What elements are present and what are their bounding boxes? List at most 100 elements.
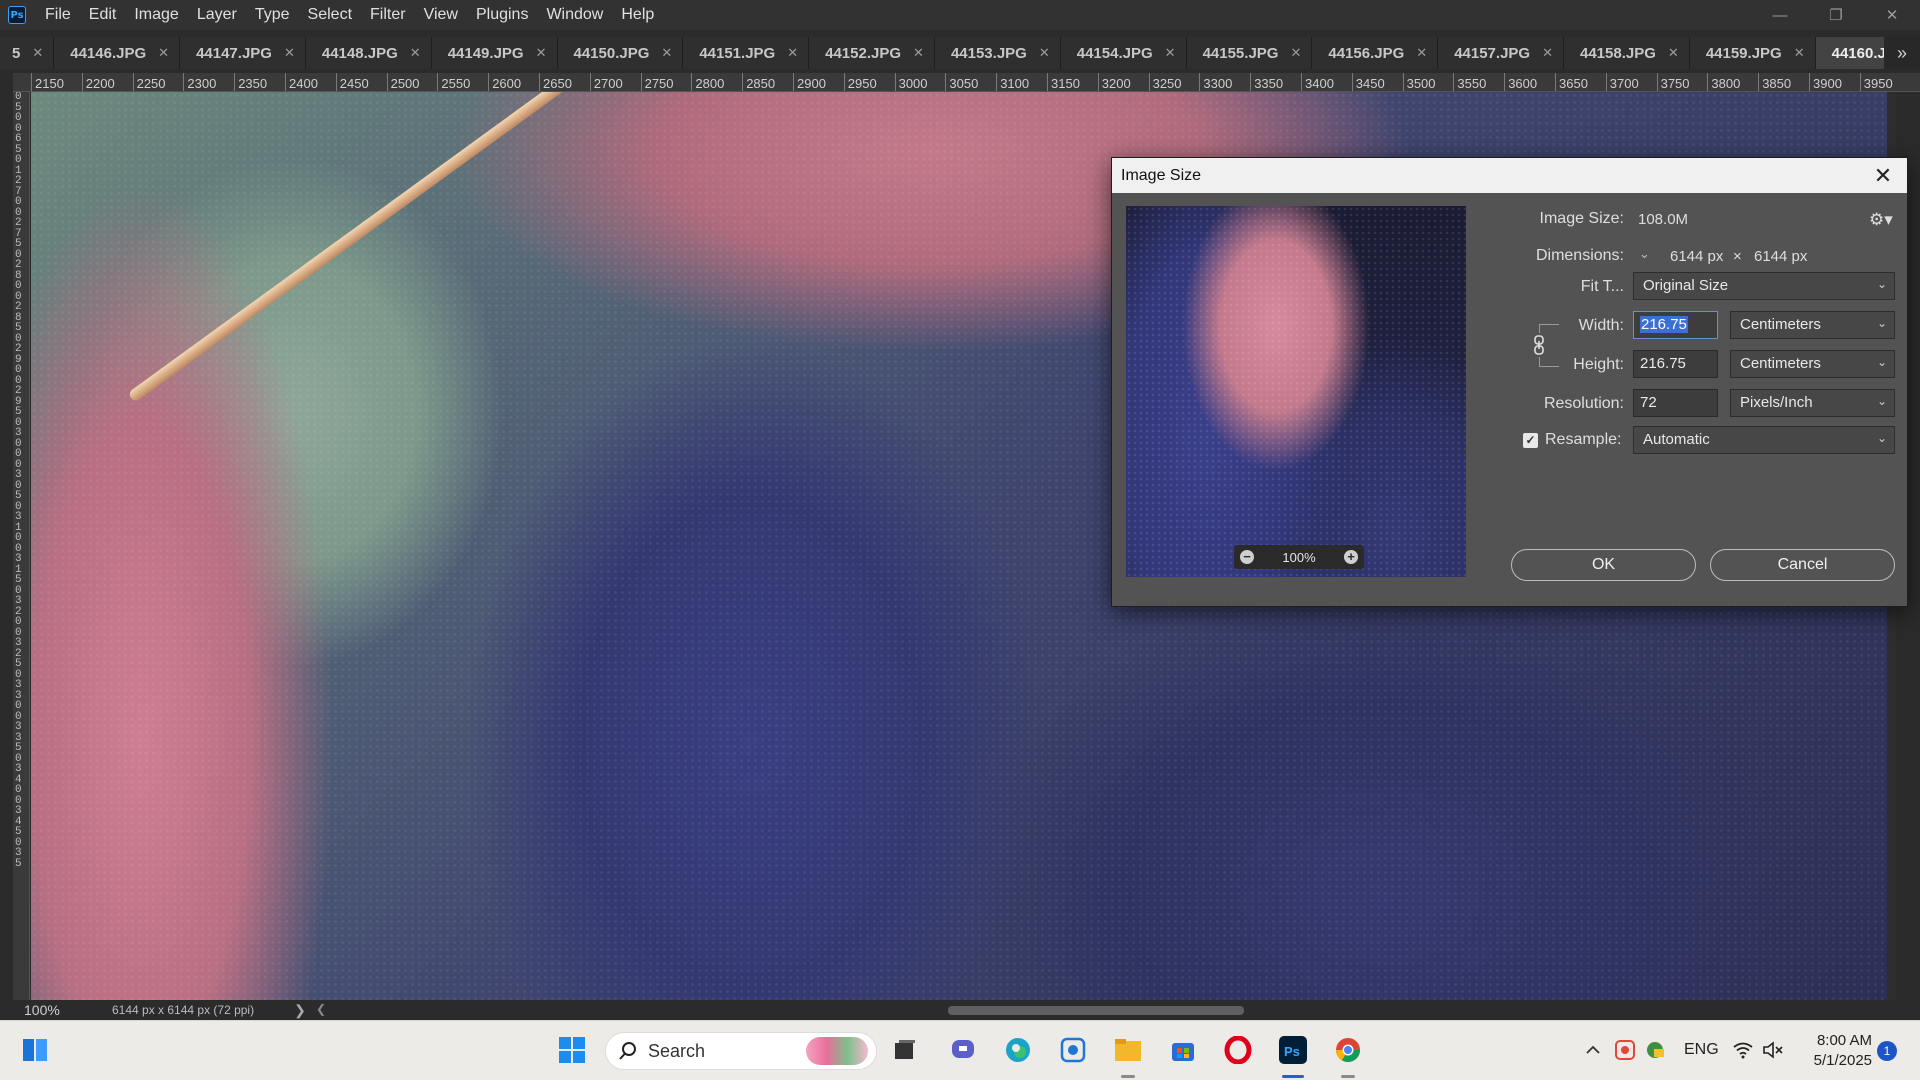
minimize-icon[interactable]: — xyxy=(1752,0,1808,30)
menu-help[interactable]: Help xyxy=(612,6,663,24)
document-tab[interactable]: 44158.JPG ✕ xyxy=(1564,37,1690,69)
document-tab[interactable]: 44152.JPG ✕ xyxy=(809,37,935,69)
ruler-tick-label: 3500 xyxy=(1406,76,1436,91)
chrome-icon[interactable] xyxy=(1333,1035,1363,1065)
constrain-proportions-link-icon[interactable] xyxy=(1532,333,1546,357)
file-explorer-icon[interactable] xyxy=(1113,1035,1143,1065)
menu-image[interactable]: Image xyxy=(125,6,187,24)
height-input[interactable]: 216.75 xyxy=(1633,350,1718,378)
tab-close-icon[interactable]: ✕ xyxy=(1290,45,1301,61)
resolution-input[interactable]: 72 xyxy=(1633,389,1718,417)
tab-close-icon[interactable]: ✕ xyxy=(787,45,798,61)
ruler-tick-label: 3250 xyxy=(1152,76,1182,91)
tab-close-icon[interactable]: ✕ xyxy=(1542,45,1553,61)
height-unit-value: Centimeters xyxy=(1740,355,1821,372)
clock-date: 5/1/2025 xyxy=(1813,1052,1872,1069)
menu-plugins[interactable]: Plugins xyxy=(467,6,537,24)
photoshop-logo-icon[interactable]: Ps xyxy=(8,6,26,24)
image-preview[interactable]: − 100% + xyxy=(1126,206,1466,577)
document-tab[interactable]: 44148.JPG ✕ xyxy=(305,37,432,69)
status-zoom-level[interactable]: 100% xyxy=(0,1002,74,1018)
horizontal-scroll-thumb[interactable] xyxy=(948,1006,1244,1015)
window-controls: — ❐ ✕ xyxy=(1752,0,1920,30)
menu-edit[interactable]: Edit xyxy=(80,6,126,24)
tab-close-icon[interactable]: ✕ xyxy=(1039,45,1050,61)
wifi-icon[interactable] xyxy=(1728,1035,1758,1065)
language-indicator[interactable]: ENG xyxy=(1684,1041,1719,1059)
tab-close-icon[interactable]: ✕ xyxy=(32,45,43,61)
tab-close-icon[interactable]: ✕ xyxy=(158,45,169,61)
camera-lens-icon[interactable] xyxy=(1058,1035,1088,1065)
settings-gear-icon[interactable]: ⚙▾ xyxy=(1869,210,1893,230)
restore-icon[interactable]: ❐ xyxy=(1808,0,1864,30)
edge-icon[interactable] xyxy=(1003,1035,1033,1065)
document-tab[interactable]: 44159.JPG ✕ xyxy=(1689,37,1816,69)
document-tab[interactable]: 44153.JPG ✕ xyxy=(934,37,1061,69)
width-input[interactable]: 216.75 xyxy=(1633,311,1718,339)
resolution-unit-dropdown[interactable]: Pixels/Inch ⌄ xyxy=(1730,389,1895,417)
document-tab[interactable]: 44150.JPG ✕ xyxy=(557,37,684,69)
tab-close-icon[interactable]: ✕ xyxy=(661,45,672,61)
document-tab[interactable]: 44149.JPG ✕ xyxy=(431,37,558,69)
width-unit-dropdown[interactable]: Centimeters ⌄ xyxy=(1730,311,1895,339)
document-tab[interactable]: 44147.JPG ✕ xyxy=(180,37,306,69)
ruler-tick xyxy=(843,73,845,91)
taskbar-search-box[interactable]: Search xyxy=(605,1032,877,1070)
teams-icon[interactable] xyxy=(948,1035,978,1065)
tab-close-icon[interactable]: ✕ xyxy=(1165,45,1176,61)
menu-view[interactable]: View xyxy=(415,6,467,24)
tab-close-icon[interactable]: ✕ xyxy=(536,45,547,61)
menu-layer[interactable]: Layer xyxy=(188,6,246,24)
tab-close-icon[interactable]: ✕ xyxy=(1794,45,1805,61)
task-view-icon[interactable] xyxy=(890,1035,920,1065)
tab-close-icon[interactable]: ✕ xyxy=(410,45,421,61)
ruler-tick-label: 3050 xyxy=(949,76,979,91)
resample-checkbox[interactable]: ✓ xyxy=(1523,433,1538,448)
document-tab[interactable]: 44155.JPG ✕ xyxy=(1186,37,1313,69)
widgets-icon[interactable] xyxy=(20,1035,50,1065)
tray-app-icon[interactable] xyxy=(1610,1035,1640,1065)
height-unit-dropdown[interactable]: Centimeters ⌄ xyxy=(1730,350,1895,378)
menu-type[interactable]: Type xyxy=(246,6,299,24)
tab-close-icon[interactable]: ✕ xyxy=(913,45,924,61)
scroll-left-icon[interactable]: ❮ xyxy=(316,1002,326,1016)
volume-muted-icon[interactable] xyxy=(1758,1035,1788,1065)
tab-close-icon[interactable]: ✕ xyxy=(284,45,295,61)
chevron-down-icon: ⌄ xyxy=(1876,277,1887,291)
menu-window[interactable]: Window xyxy=(537,6,612,24)
tab-close-icon[interactable]: ✕ xyxy=(1668,45,1679,61)
tab-overflow-icon[interactable]: » xyxy=(1884,37,1920,69)
zoom-out-icon[interactable]: − xyxy=(1240,550,1254,564)
document-tab[interactable]: 44146.JPG ✕ xyxy=(54,37,181,69)
taskbar-clock[interactable]: 8:00 AM 5/1/2025 xyxy=(1790,1031,1872,1071)
tray-network-globe-icon[interactable] xyxy=(1640,1035,1670,1065)
menu-select[interactable]: Select xyxy=(299,6,361,24)
document-tab[interactable]: 5 ✕ xyxy=(0,37,55,69)
tab-close-icon[interactable]: ✕ xyxy=(1416,45,1427,61)
ok-button[interactable]: OK xyxy=(1511,549,1696,581)
dialog-close-icon[interactable]: ✕ xyxy=(1869,163,1897,189)
menu-file[interactable]: File xyxy=(36,6,80,24)
close-window-icon[interactable]: ✕ xyxy=(1864,0,1920,30)
fit-to-dropdown[interactable]: Original Size ⌄ xyxy=(1633,272,1895,300)
cancel-button[interactable]: Cancel xyxy=(1710,549,1895,581)
ruler-tick xyxy=(1453,73,1455,91)
chevron-up-icon[interactable] xyxy=(1578,1035,1608,1065)
microsoft-store-icon[interactable] xyxy=(1168,1035,1198,1065)
photoshop-icon[interactable]: Ps xyxy=(1278,1035,1308,1065)
chevron-down-icon: ⌄ xyxy=(1876,316,1887,330)
resample-dropdown[interactable]: Automatic ⌄ xyxy=(1633,426,1895,454)
resolution-unit-value: Pixels/Inch xyxy=(1740,394,1813,411)
menu-filter[interactable]: Filter xyxy=(361,6,415,24)
document-tab[interactable]: 44156.JPG ✕ xyxy=(1312,37,1439,69)
status-chevron-right-icon[interactable]: ❯ xyxy=(294,1002,306,1019)
document-tab[interactable]: 44157.JPG ✕ xyxy=(1438,37,1564,69)
notification-badge[interactable]: 1 xyxy=(1877,1041,1897,1061)
start-icon[interactable] xyxy=(557,1035,587,1065)
dimensions-chevron-down-icon[interactable]: ⌄ xyxy=(1639,246,1650,262)
opera-icon[interactable] xyxy=(1223,1035,1253,1065)
document-tab[interactable]: 44151.JPG ✕ xyxy=(683,37,810,69)
zoom-in-icon[interactable]: + xyxy=(1344,550,1358,564)
document-tab[interactable]: 44154.JPG ✕ xyxy=(1060,37,1187,69)
horizontal-scrollbar[interactable]: ❮ xyxy=(316,1002,1886,1016)
